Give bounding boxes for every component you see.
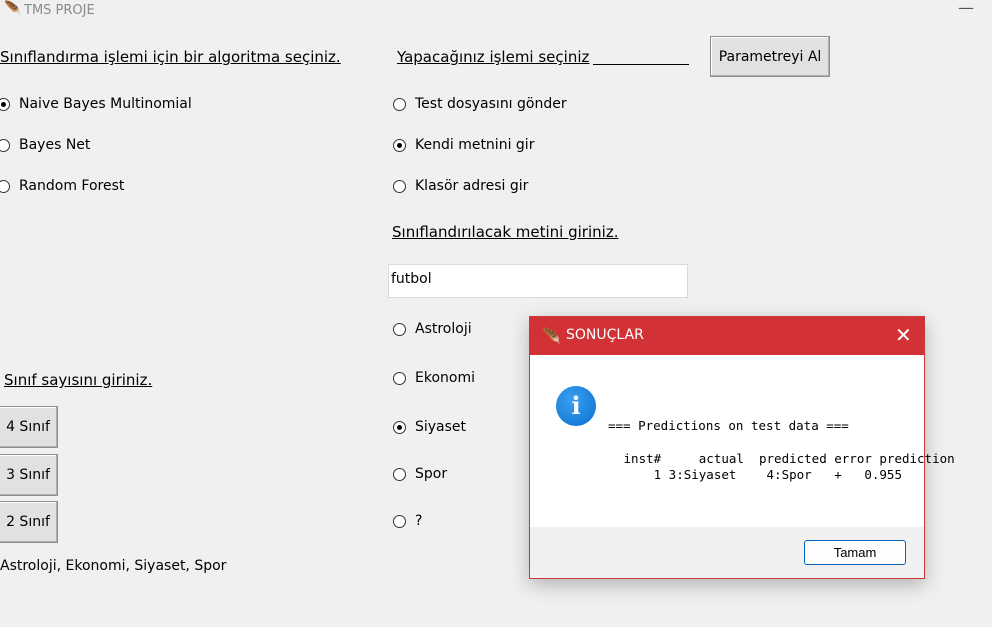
radio-class-ekonomi[interactable]: Ekonomi	[393, 370, 475, 386]
radio-label: Random Forest	[19, 178, 125, 194]
three-class-button[interactable]: 3 Sınıf	[0, 454, 58, 496]
feather-icon: 🪶	[4, 1, 22, 17]
two-class-button[interactable]: 2 Sınıf	[0, 501, 58, 543]
result-line-header: === Predictions on test data ===	[608, 418, 849, 433]
radio-label: Bayes Net	[19, 137, 91, 153]
radio-label: ?	[415, 513, 423, 529]
dialog-title: SONUÇLAR	[566, 327, 644, 343]
radio-label: Spor	[415, 466, 448, 482]
operation-heading: Yapacağınız işlemi seçiniz	[397, 48, 590, 66]
radio-indicator[interactable]	[0, 138, 10, 152]
radio-class-unknown[interactable]: ?	[393, 513, 422, 529]
result-line-columns: inst# actual predicted error prediction	[616, 451, 955, 466]
radio-indicator[interactable]	[393, 97, 406, 111]
radio-label: Astroloji	[415, 321, 472, 337]
radio-naive-bayes[interactable]: Naive Bayes Multinomial	[0, 96, 192, 112]
info-icon: i	[556, 386, 596, 426]
close-icon[interactable]: ✕	[895, 324, 912, 346]
algorithm-heading: Sınıflandırma işlemi için bir algoritma …	[0, 48, 341, 66]
title-bar: 🪶 TMS PROJE —	[0, 0, 992, 22]
text-input[interactable]: futbol	[388, 264, 688, 298]
four-class-button[interactable]: 4 Sınıf	[0, 406, 58, 448]
radio-class-spor[interactable]: Spor	[393, 466, 447, 482]
radio-class-astroloji[interactable]: Astroloji	[393, 321, 472, 337]
text-entry-heading: Sınıflandırılacak metini giriniz.	[392, 223, 619, 241]
radio-label: Siyaset	[415, 419, 467, 435]
radio-indicator[interactable]	[0, 97, 10, 111]
radio-enter-folder-path[interactable]: Klasör adresi gir	[393, 178, 528, 194]
get-parameter-button[interactable]: Parametreyi Al	[710, 36, 830, 77]
radio-send-test-file[interactable]: Test dosyasını gönder	[393, 96, 567, 112]
radio-indicator[interactable]	[0, 179, 10, 193]
radio-label: Naive Bayes Multinomial	[19, 96, 192, 112]
radio-class-siyaset[interactable]: Siyaset	[393, 419, 466, 435]
radio-indicator[interactable]	[393, 322, 406, 336]
radio-indicator[interactable]	[393, 179, 406, 193]
radio-random-forest[interactable]: Random Forest	[0, 178, 124, 194]
radio-enter-own-text[interactable]: Kendi metnini gir	[393, 137, 534, 153]
result-line-values: 1 3:Siyaset 4:Spor + 0.955	[616, 467, 902, 482]
radio-bayes-net[interactable]: Bayes Net	[0, 137, 90, 153]
radio-indicator[interactable]	[393, 138, 406, 152]
class-list-text: Astroloji, Ekonomi, Siyaset, Spor	[0, 558, 227, 574]
feather-icon: 🪶	[542, 327, 561, 345]
results-dialog: 🪶 SONUÇLAR ✕ i === Predictions on test d…	[529, 316, 955, 579]
minimize-button[interactable]: —	[953, 0, 979, 20]
radio-label: Kendi metnini gir	[415, 137, 535, 153]
radio-label: Klasör adresi gir	[415, 178, 529, 194]
radio-indicator[interactable]	[393, 371, 406, 385]
ok-button[interactable]: Tamam	[804, 540, 906, 565]
radio-indicator[interactable]	[393, 514, 406, 528]
heading-underline-extension	[593, 64, 689, 65]
window-title: TMS PROJE	[24, 3, 95, 18]
radio-indicator[interactable]	[393, 420, 406, 434]
radio-label: Ekonomi	[415, 370, 475, 386]
radio-indicator[interactable]	[393, 467, 406, 481]
class-count-heading: Sınıf sayısını giriniz.	[4, 371, 153, 389]
radio-label: Test dosyasını gönder	[415, 96, 567, 112]
dialog-body: i === Predictions on test data === inst#…	[530, 355, 955, 527]
dialog-title-bar: 🪶 SONUÇLAR ✕	[530, 317, 924, 355]
